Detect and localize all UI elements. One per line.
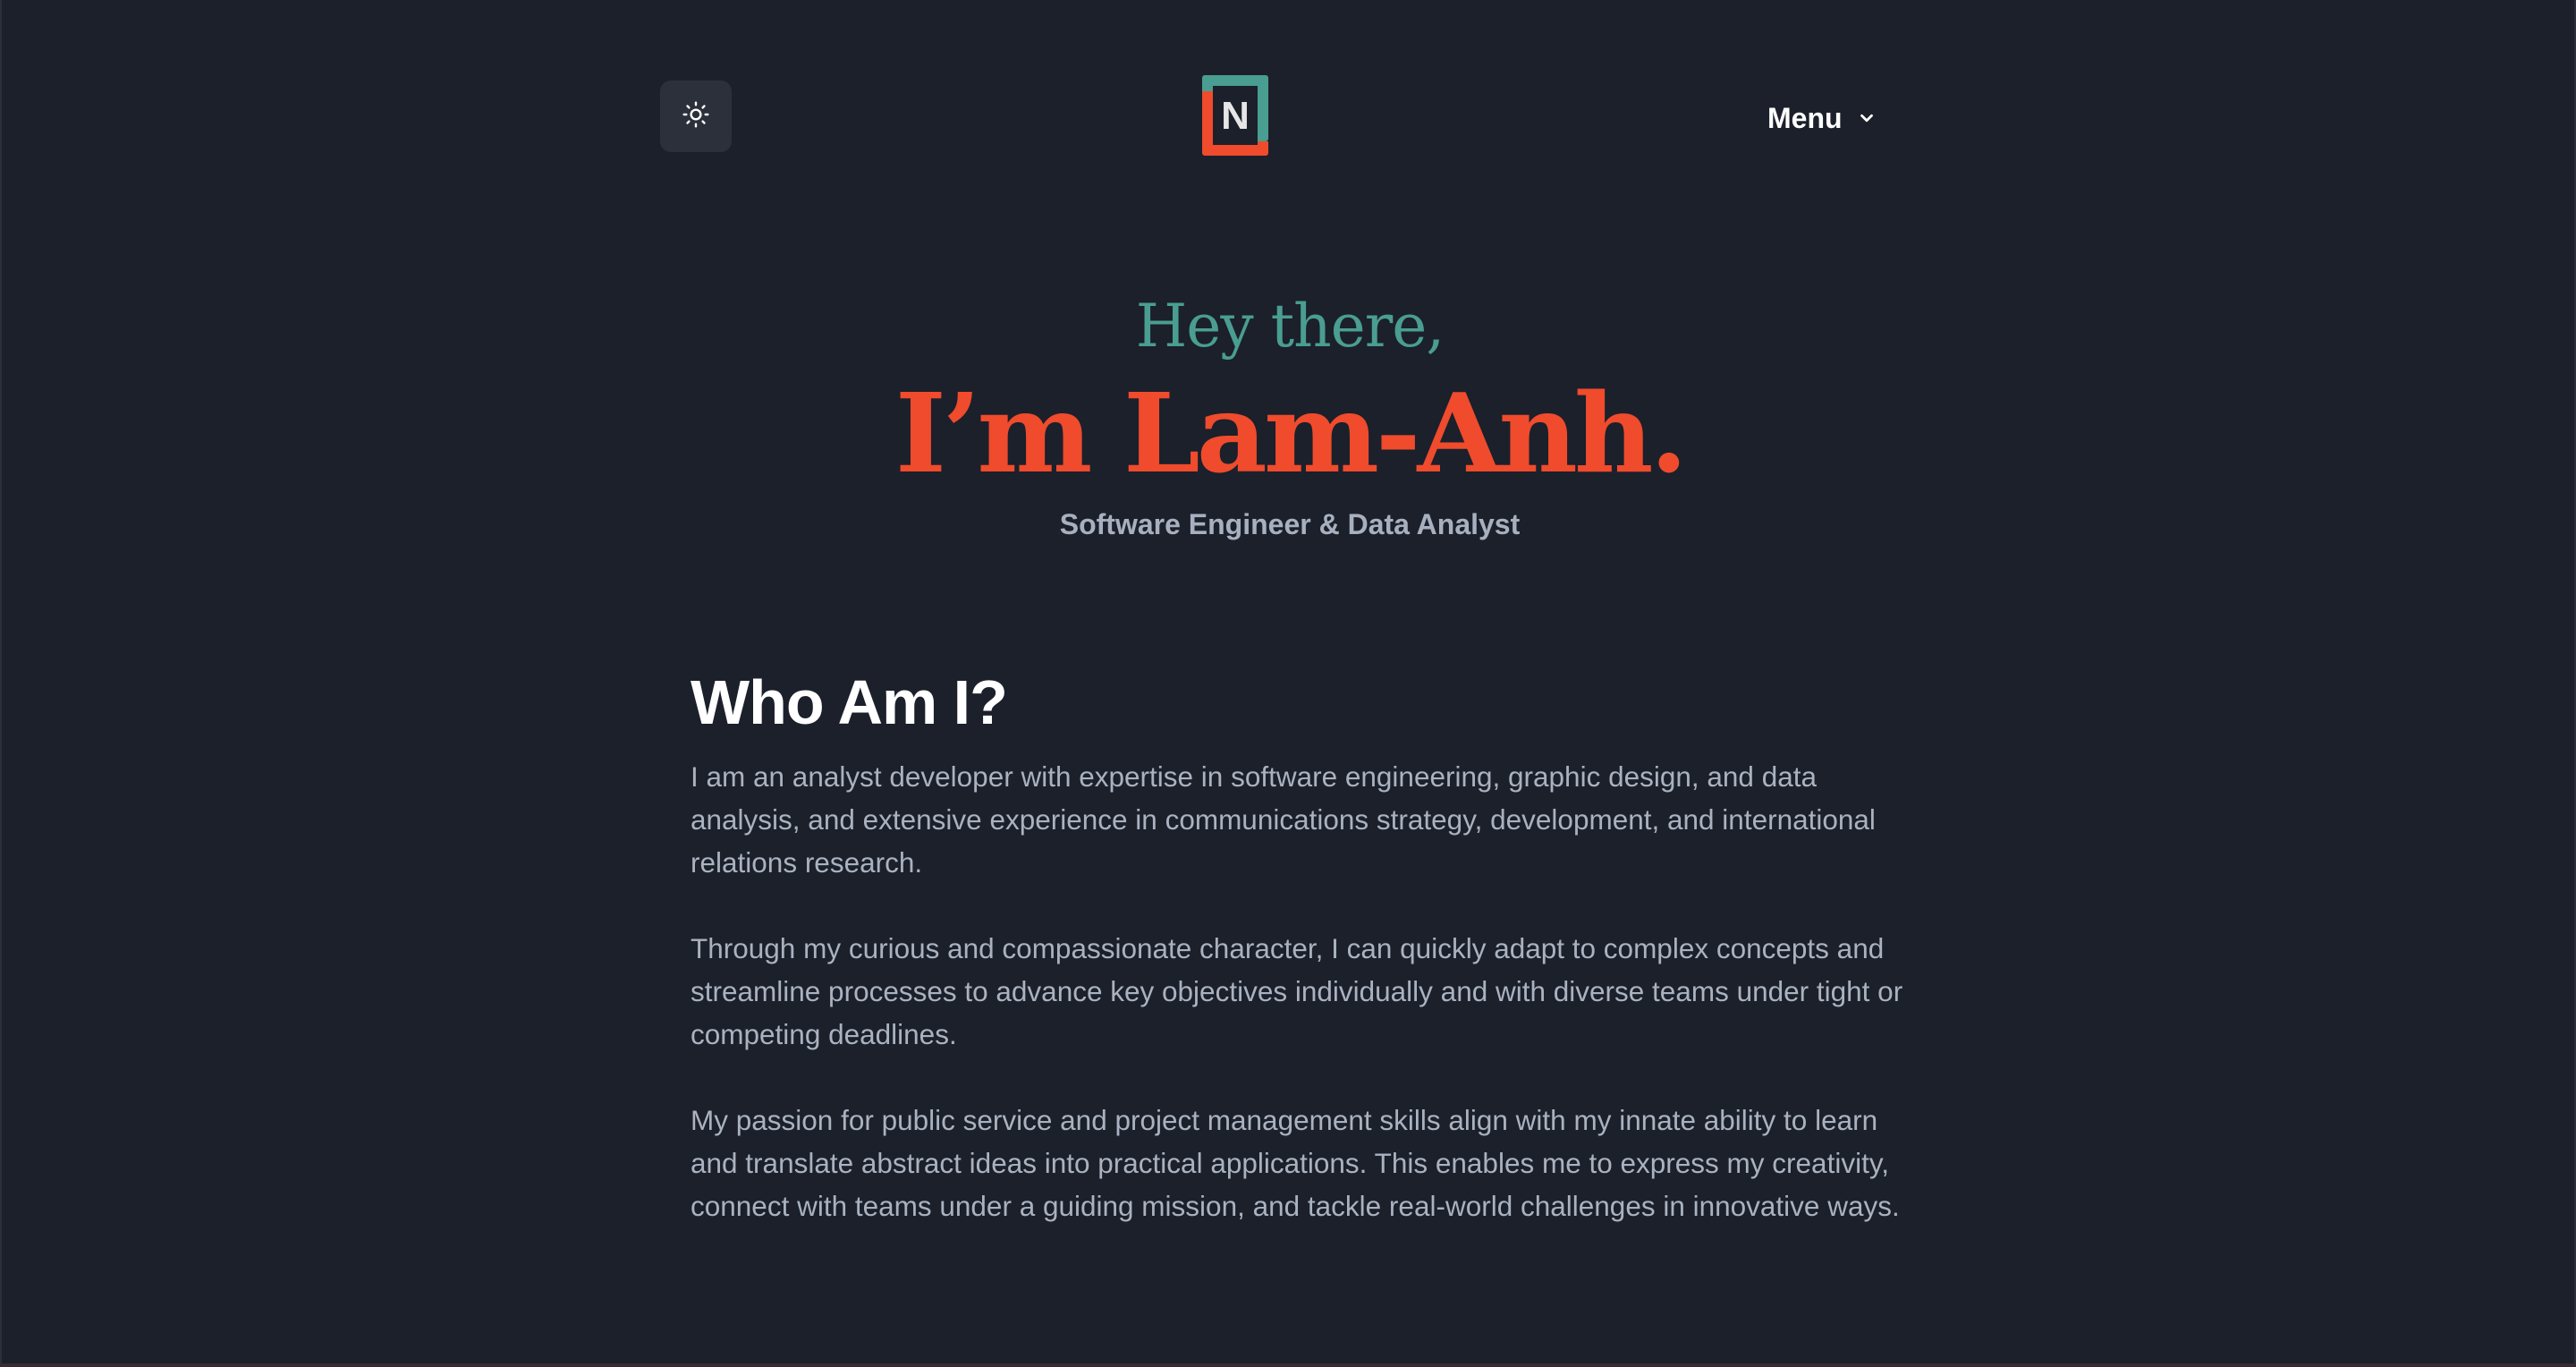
about-section: Who Am I? I am an analyst developer with… xyxy=(691,662,1925,1270)
hero-name: I’m Lam-Anh. xyxy=(894,369,1688,497)
chevron-down-icon xyxy=(1857,105,1877,132)
about-heading: Who Am I? xyxy=(691,667,1008,737)
hero-section: Hey there, I’m Lam-Anh. Software Enginee… xyxy=(2,286,2576,544)
theme-toggle-button[interactable] xyxy=(660,81,732,152)
hero-greeting: Hey there, xyxy=(1135,292,1445,361)
hero-tagline: Software Engineer & Data Analyst xyxy=(1059,508,1521,540)
menu-label: Menu xyxy=(1767,101,1843,134)
about-paragraph: My passion for public service and projec… xyxy=(691,1104,1900,1222)
site-logo[interactable]: N xyxy=(1202,75,1268,156)
about-paragraph: I am an analyst developer with expertise… xyxy=(691,760,1876,879)
sun-icon xyxy=(682,100,710,133)
menu-button[interactable]: Menu xyxy=(1767,93,1877,143)
about-paragraph: Through my curious and compassionate cha… xyxy=(691,932,1903,1050)
logo-letter: N xyxy=(1221,94,1250,138)
